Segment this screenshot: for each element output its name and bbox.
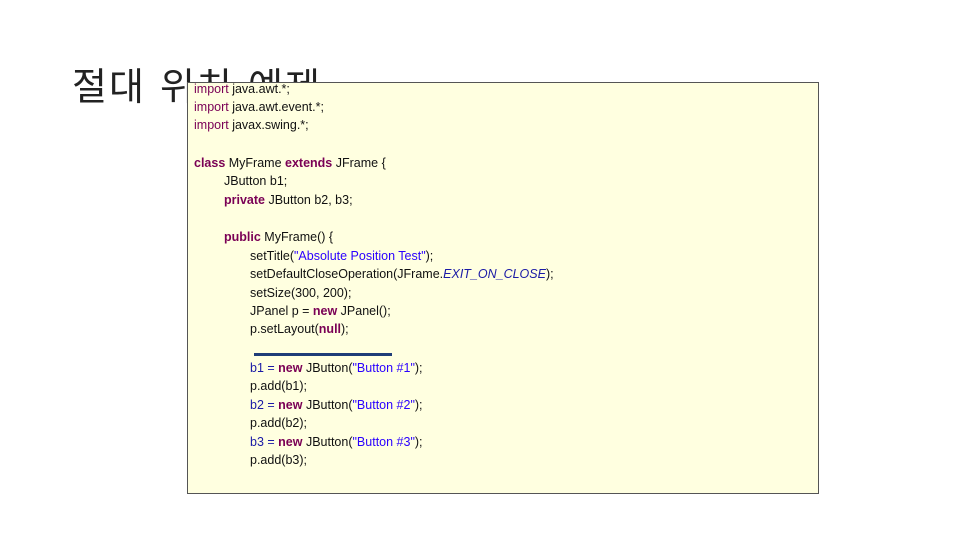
code-string: "Button #3" xyxy=(352,435,415,449)
code-string: "Button #2" xyxy=(352,398,415,412)
code-text: b2 = xyxy=(250,398,279,412)
code-text: ); xyxy=(414,398,423,412)
code-text: ); xyxy=(545,267,554,281)
code-line-b3-new: b3 = new JButton("Button #3"); xyxy=(250,433,423,451)
code-line-add-b3: p.add(b3); xyxy=(250,451,307,469)
code-keyword: import xyxy=(194,100,229,114)
code-keyword: extends xyxy=(285,156,333,170)
code-text: MyFrame xyxy=(225,156,286,170)
code-keyword: null xyxy=(318,322,342,336)
code-constant: EXIT_ON_CLOSE xyxy=(443,267,546,281)
code-text: MyFrame() { xyxy=(260,230,334,244)
highlight-bar xyxy=(254,353,392,356)
code-line-import-awt: import java.awt.*; xyxy=(194,80,290,98)
code-box: import java.awt.*; import java.awt.event… xyxy=(187,82,819,494)
code-line-add-b1: p.add(b1); xyxy=(250,377,307,395)
code-string: "Button #1" xyxy=(352,361,415,375)
code-text: ); xyxy=(414,435,423,449)
code-keyword: import xyxy=(194,118,229,132)
code-line-import-event: import java.awt.event.*; xyxy=(194,98,324,116)
code-text: p.add(b3); xyxy=(250,453,307,467)
code-keyword: new xyxy=(278,361,303,375)
code-line-setdefaultclose: setDefaultCloseOperation(JFrame.EXIT_ON_… xyxy=(250,265,554,283)
code-text: b1 = xyxy=(250,361,279,375)
code-line-add-b2: p.add(b2); xyxy=(250,414,307,432)
code-text: JButton b1; xyxy=(224,174,288,188)
code-line-field-b2-b3: private JButton b2, b3; xyxy=(224,191,353,209)
code-text: JButton( xyxy=(302,398,353,412)
code-text: setDefaultCloseOperation(JFrame. xyxy=(250,267,444,281)
code-keyword: new xyxy=(312,304,338,318)
code-string: "Absolute Position Test" xyxy=(294,249,426,263)
code-keyword: new xyxy=(278,398,303,412)
code-line-field-b1: JButton b1; xyxy=(224,172,287,190)
code-line-b1-new: b1 = new JButton("Button #1"); xyxy=(250,359,423,377)
code-line-import-swing: import javax.swing.*; xyxy=(194,116,309,134)
code-line-class-decl: class MyFrame extends JFrame { xyxy=(194,154,386,172)
code-text: ); xyxy=(425,249,434,263)
code-line-constructor: public MyFrame() { xyxy=(224,228,333,246)
code-text: javax.swing.*; xyxy=(228,118,309,132)
code-keyword: new xyxy=(278,435,303,449)
code-text: p.add(b2); xyxy=(250,416,307,430)
code-text: JPanel p = xyxy=(250,304,313,318)
code-text: JPanel(); xyxy=(337,304,391,318)
code-text: java.awt.event.*; xyxy=(228,100,324,114)
code-line-new-panel: JPanel p = new JPanel(); xyxy=(250,302,391,320)
code-text: ); xyxy=(341,322,349,336)
code-text: JButton( xyxy=(302,435,353,449)
code-text: JFrame { xyxy=(332,156,386,170)
code-text: p.setLayout( xyxy=(250,322,319,336)
code-text: ); xyxy=(414,361,423,375)
code-line-settitle: setTitle("Absolute Position Test"); xyxy=(250,247,433,265)
code-text: p.add(b1); xyxy=(250,379,307,393)
code-text: java.awt.*; xyxy=(228,82,290,96)
code-text: b3 = xyxy=(250,435,279,449)
code-line-setlayout: p.setLayout(null); xyxy=(250,320,349,338)
code-line-setsize: setSize(300, 200); xyxy=(250,284,351,302)
code-text: JButton b2, b3; xyxy=(265,193,353,207)
code-text: setTitle( xyxy=(250,249,294,263)
code-keyword: import xyxy=(194,82,229,96)
code-keyword: class xyxy=(194,156,226,170)
code-line-b2-new: b2 = new JButton("Button #2"); xyxy=(250,396,423,414)
code-keyword: public xyxy=(224,230,261,244)
code-keyword: private xyxy=(224,193,265,207)
code-text: JButton( xyxy=(302,361,353,375)
code-text: setSize(300, 200); xyxy=(250,286,352,300)
